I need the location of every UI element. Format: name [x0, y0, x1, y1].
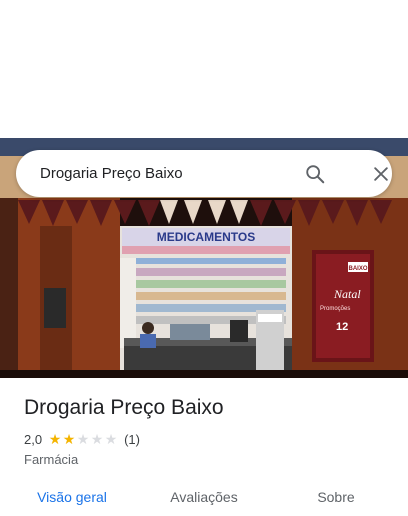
- rating-stars: ★ ★ ★ ★ ★: [48, 432, 118, 446]
- clear-search-button[interactable]: [368, 161, 394, 187]
- star-icon: ★: [76, 431, 90, 447]
- star-icon: ★: [62, 431, 76, 447]
- search-button[interactable]: [302, 161, 328, 187]
- review-count[interactable]: (1): [124, 432, 140, 447]
- poster-title: Natal: [333, 287, 361, 301]
- search-icon: [306, 165, 325, 184]
- poster-brand: BAIXO: [348, 266, 367, 272]
- tab-about[interactable]: Sobre: [264, 478, 408, 516]
- search-bar[interactable]: Drogaria Preço Baixo: [16, 150, 392, 197]
- storefront-sign-text: MEDICAMENTOS: [157, 230, 255, 244]
- star-icon: ★: [48, 431, 62, 447]
- place-category: Farmácia: [24, 452, 79, 467]
- rating-row[interactable]: 2,0 ★ ★ ★ ★ ★ (1): [24, 430, 140, 448]
- tab-overview[interactable]: Visão geral: [0, 478, 144, 516]
- place-tabs: Visão geral Avaliações Sobre: [0, 478, 408, 516]
- poster-number: 12: [336, 321, 348, 333]
- close-icon: [374, 167, 388, 181]
- poster-subtitle: Promoções: [320, 306, 350, 312]
- place-name: Drogaria Preço Baixo: [24, 396, 224, 419]
- tab-reviews[interactable]: Avaliações: [132, 478, 276, 516]
- rating-value: 2,0: [24, 431, 43, 447]
- star-icon: ★: [90, 431, 104, 447]
- search-input[interactable]: Drogaria Preço Baixo: [40, 150, 183, 197]
- star-icon: ★: [104, 431, 118, 447]
